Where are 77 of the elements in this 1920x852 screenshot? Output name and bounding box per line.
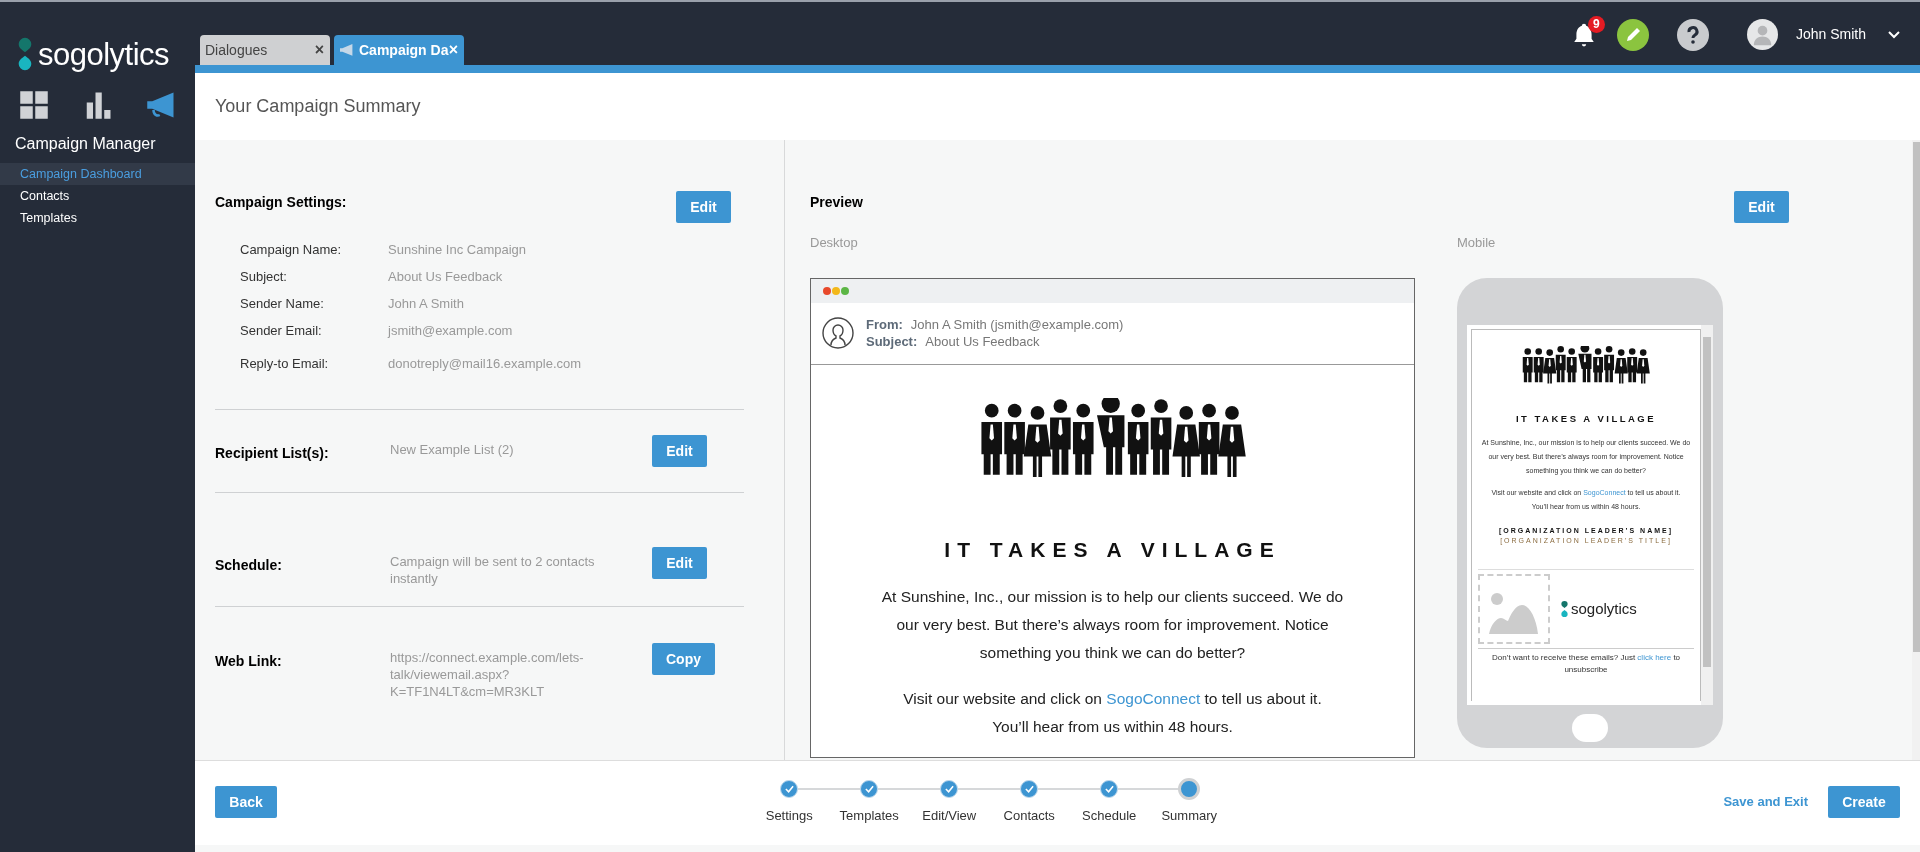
grid-icon[interactable]: [19, 90, 49, 120]
edit-button[interactable]: Edit: [652, 435, 707, 467]
email-paragraph: Visit our website and click on SogoConnect to tell us about it.: [903, 689, 1322, 709]
email-heading: IT TAKES A VILLAGE: [944, 536, 1281, 563]
field-value: jsmith@example.com: [388, 322, 513, 340]
edit-button[interactable]: Edit: [1734, 191, 1789, 223]
page-title: Your Campaign Summary: [215, 95, 421, 118]
tab[interactable]: Dialogues ×: [200, 35, 330, 65]
chevron-down-icon[interactable]: [1888, 30, 1900, 39]
field-value: John A Smith: [388, 295, 464, 313]
email-paragraph: At Sunshine, Inc., our mission is to help our clients succeed. We do our very best. But there’s always room for improvement. Notice something you think we can do better?: [880, 587, 1345, 663]
field-label: Reply-to Email:: [240, 355, 330, 373]
step-label: Schedule: [1082, 807, 1137, 826]
field-label: Sender Email:: [240, 322, 323, 340]
user-name[interactable]: John Smith: [1795, 24, 1866, 45]
field-value: About Us Feedback: [388, 268, 503, 286]
logo-text: sogolytics: [38, 38, 170, 70]
close-icon[interactable]: ×: [314, 38, 324, 62]
help-icon[interactable]: [1676, 18, 1709, 51]
subject-label: Subject:: [866, 333, 918, 350]
sogoconnect-link[interactable]: SogoConnect: [1106, 690, 1201, 707]
section-heading: Campaign Settings:: [215, 193, 347, 212]
check-icon: [784, 785, 794, 794]
unsubscribe-link[interactable]: click here: [1637, 652, 1672, 662]
copy-button[interactable]: Copy: [652, 643, 715, 675]
field-label: Sender Name:: [240, 295, 325, 313]
nav-item[interactable]: Campaign Dashboard: [0, 163, 195, 185]
field-value: Sunshine Inc Campaign: [388, 241, 527, 259]
check-icon: [944, 785, 954, 794]
step-label: Contacts: [1003, 807, 1055, 826]
step-label: Templates: [839, 807, 899, 826]
back-button[interactable]: Back: [215, 786, 277, 818]
megaphone-icon[interactable]: [146, 90, 176, 120]
section-heading: Preview: [810, 193, 864, 212]
megaphone-icon: [339, 43, 354, 57]
email-heading: IT TAKES A VILLAGE: [1515, 411, 1657, 426]
nav-item[interactable]: Templates: [0, 207, 195, 229]
close-icon[interactable]: ×: [448, 38, 458, 62]
nav-item[interactable]: Contacts: [0, 185, 195, 207]
create-button[interactable]: Create: [1828, 786, 1900, 818]
field-label: Campaign Name:: [240, 241, 343, 259]
avatar-icon[interactable]: [1746, 19, 1778, 50]
pencil-icon[interactable]: [1616, 18, 1649, 51]
section-value: Campaign will be sent to 2 contacts instantly: [390, 553, 596, 587]
step-label: Settings: [765, 807, 813, 826]
scrollbar[interactable]: [1912, 142, 1920, 652]
user-outline-icon: [822, 317, 854, 349]
section-heading: Web Link:: [215, 652, 283, 671]
check-icon: [864, 785, 874, 794]
step-label: Edit/View: [922, 807, 977, 826]
section-title: Campaign Manager: [14, 134, 157, 154]
step-label: Summary: [1161, 807, 1218, 826]
preview-label: Mobile: [1457, 234, 1497, 252]
notification-count-badge: 9: [1587, 15, 1605, 33]
tab-label: Campaign Da: [359, 40, 449, 60]
field-label: Subject:: [240, 268, 288, 286]
scrollbar[interactable]: [1701, 324, 1713, 705]
tab[interactable]: Campaign Da×: [334, 35, 464, 65]
email-paragraph: You’ll hear from us within 48 hours.: [992, 717, 1233, 737]
subject-value: About Us Feedback: [925, 333, 1040, 350]
logo-text: sogolytics: [1571, 598, 1637, 619]
check-icon: [1024, 785, 1034, 794]
unsubscribe-text: Don’t want to receive these emails? Just click here to unsubscribe: [1478, 647, 1694, 676]
section-value: https://connect.example.com/lets-talk/viewemail.aspx?K=TF1N4LT&cm=MR3KLT: [390, 649, 585, 700]
edit-button[interactable]: Edit: [652, 547, 707, 579]
section-heading: Schedule:: [215, 556, 283, 575]
preview-label: Desktop: [810, 234, 859, 252]
check-icon: [1104, 785, 1114, 794]
field-value: donotreply@mail16.example.com: [388, 355, 582, 373]
section-value: New Example List (2): [390, 441, 515, 458]
section-heading: Recipient List(s):: [215, 444, 330, 463]
from-value: John A Smith (jsmith@example.com): [910, 316, 1124, 333]
logo-mark-icon: [1560, 598, 1569, 619]
from-label: From:: [866, 316, 903, 333]
save-and-exit-link[interactable]: Save and Exit: [1723, 792, 1808, 812]
tab-label: Dialogues: [205, 40, 269, 60]
edit-button[interactable]: Edit: [676, 191, 731, 223]
